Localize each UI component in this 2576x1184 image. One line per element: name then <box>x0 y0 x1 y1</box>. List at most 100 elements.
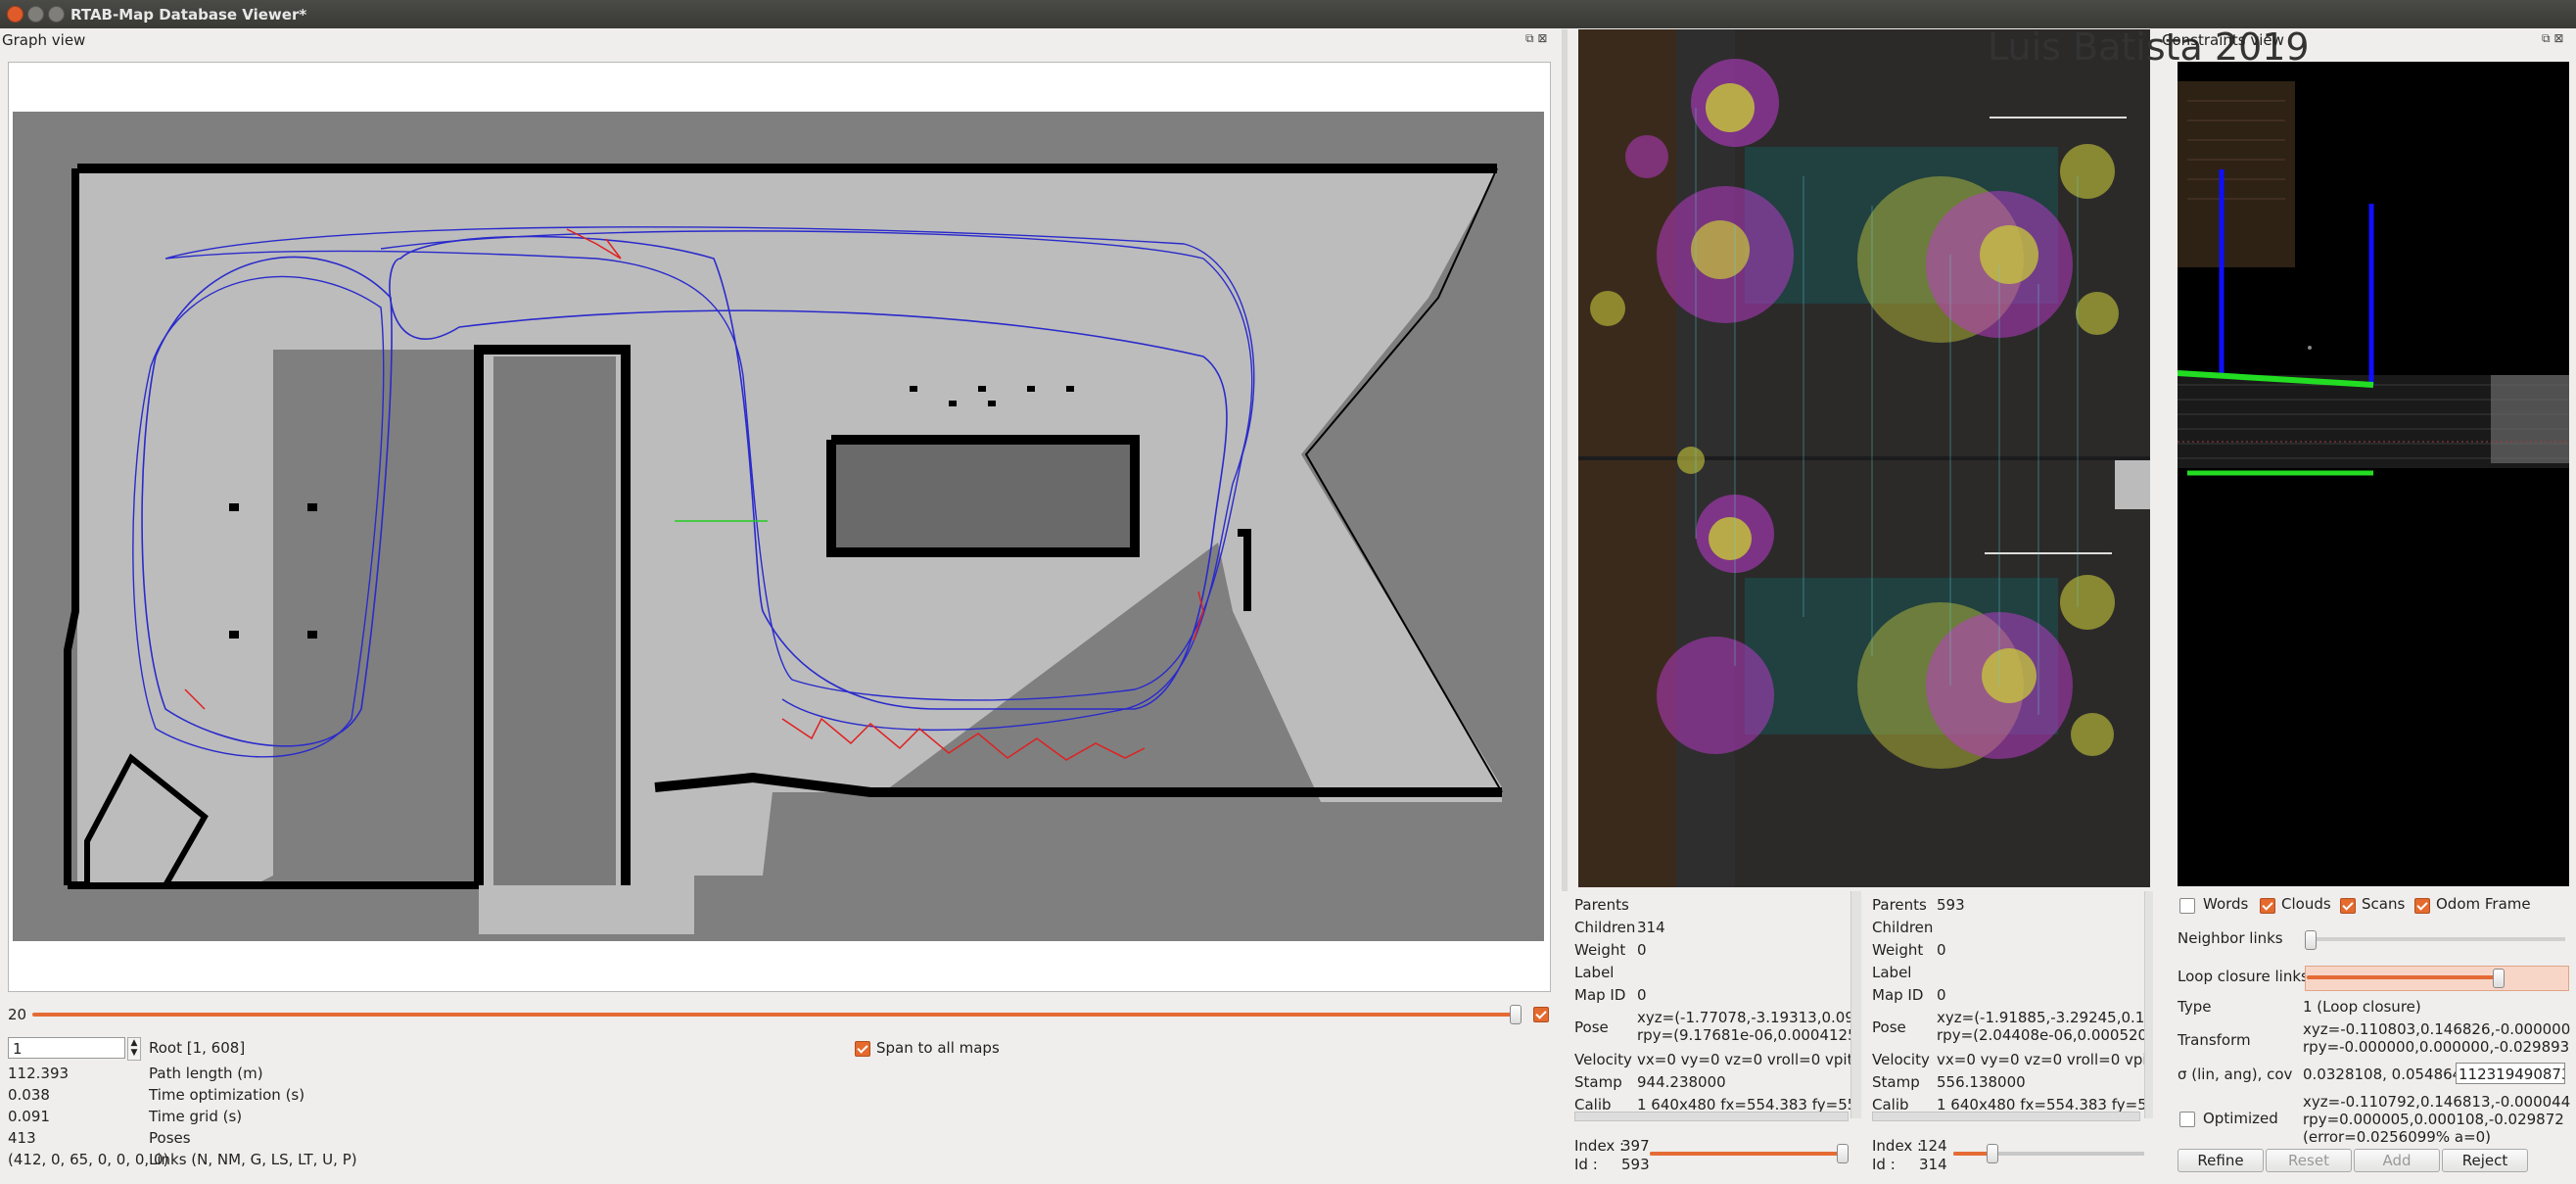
stamp-label: Stamp <box>1872 1073 1920 1091</box>
velocity-label: Velocity <box>1574 1051 1632 1068</box>
node-info-left: Parents Children 314 Weight 0 Label Map … <box>1567 891 1860 1118</box>
right-info-scrollbar[interactable] <box>2144 891 2153 1118</box>
add-button[interactable]: Add <box>2354 1149 2440 1172</box>
graph-stats: 112.393 Path length (m) 0.038 Time optimiz… <box>8 1065 357 1172</box>
stat-label: Poses <box>149 1129 191 1147</box>
pose-label: Pose <box>1574 1018 1609 1036</box>
clouds-checkbox[interactable] <box>2260 897 2275 914</box>
optimized-checkbox[interactable] <box>2179 1111 2195 1127</box>
left-info-hscroll[interactable] <box>1574 1112 1849 1121</box>
weight-label: Weight <box>1872 941 1924 959</box>
graph-slider-track[interactable] <box>32 1013 1521 1017</box>
optimized-error: (error=0.0256099% a=0) <box>2303 1128 2492 1146</box>
close-dock-icon[interactable]: ⊠ <box>1537 31 1547 45</box>
float-icon[interactable]: ⧉ <box>2542 31 2551 45</box>
graph-canvas[interactable] <box>8 62 1551 992</box>
odom-frame-checkbox[interactable] <box>2414 897 2430 914</box>
left-id-label: Id : <box>1574 1156 1598 1173</box>
parents-label: Parents <box>1872 896 1927 914</box>
sigma-value: 0.0328108, 0.0548645 <box>2303 1066 2471 1083</box>
right-index-label: Index : <box>1872 1137 1923 1155</box>
close-dock-icon[interactable]: ⊠ <box>2553 31 2563 45</box>
stamp-value: 944.238000 <box>1637 1073 1726 1091</box>
neighbor-links-handle[interactable] <box>2305 930 2317 950</box>
words-checkbox[interactable] <box>2179 897 2195 914</box>
reset-button[interactable]: Reset <box>2266 1149 2352 1172</box>
stat-value: 0.091 <box>8 1108 50 1125</box>
node-info-right: Parents 593 Children Weight 0 Label Map … <box>1866 891 2150 1118</box>
scans-label: Scans <box>2362 895 2406 913</box>
stat-label: Path length (m) <box>149 1065 263 1082</box>
stamp-value: 556.138000 <box>1937 1073 2026 1091</box>
left-index-slider[interactable] <box>1650 1152 1846 1156</box>
left-index-label: Index : <box>1574 1137 1625 1155</box>
clouds-label: Clouds <box>2281 895 2331 913</box>
neighbor-links-slider[interactable] <box>2305 937 2565 941</box>
stat-label: Links (N, NM, G, LS, LT, U, P) <box>149 1151 357 1168</box>
left-index-handle[interactable] <box>1837 1144 1849 1163</box>
stat-value: 413 <box>8 1129 36 1147</box>
right-info-hscroll[interactable] <box>1872 1112 2140 1121</box>
type-label: Type <box>2178 998 2212 1016</box>
right-index-slider[interactable] <box>1953 1152 2144 1156</box>
children-label: Children <box>1574 919 1636 936</box>
constraints-dock-buttons: ⧉ ⊠ <box>2542 31 2563 46</box>
image-views[interactable] <box>1578 29 2150 887</box>
odom-frame-label: Odom Frame <box>2436 895 2531 913</box>
label-label: Label <box>1872 964 1912 981</box>
minimize-window-button[interactable] <box>27 6 44 23</box>
optimized-rpy: rpy=0.000005,0.000108,-0.029872 <box>2303 1111 2564 1128</box>
right-index-handle[interactable] <box>1987 1144 1998 1163</box>
stamp-label: Stamp <box>1574 1073 1622 1091</box>
root-id-input[interactable]: 1 <box>8 1037 125 1059</box>
transform-xyz: xyz=-0.110803,0.146826,-0.000000 <box>2303 1020 2571 1038</box>
span-all-maps-checkbox[interactable] <box>855 1040 870 1057</box>
graph-dock-buttons: ⧉ ⊠ <box>1525 31 1547 46</box>
graph-slider-handle[interactable] <box>1510 1005 1522 1024</box>
weight-value: 0 <box>1937 941 1946 959</box>
neighbor-links-label: Neighbor links <box>2178 929 2283 947</box>
pose-rpy: rpy=(2.04408e-06,0.000520346, <box>1937 1026 2144 1044</box>
weight-value: 0 <box>1637 941 1647 959</box>
close-window-button[interactable] <box>7 6 23 23</box>
refine-button[interactable]: Refine <box>2178 1149 2264 1172</box>
mapid-value: 0 <box>1937 986 1946 1004</box>
velocity-value: vx=0 vy=0 vz=0 vroll=0 vpitch=0 <box>1937 1051 2144 1068</box>
right-id-value: 314 <box>1919 1156 1947 1173</box>
optimized-xyz: xyz=-0.110792,0.146813,-0.000044 <box>2303 1093 2571 1111</box>
stat-label: Time grid (s) <box>149 1108 243 1125</box>
feature-images <box>1578 29 2150 887</box>
root-label: Root [1, 608] <box>149 1039 246 1057</box>
right-index-value: 124 <box>1919 1137 1947 1155</box>
left-info-scrollbar[interactable] <box>1850 891 1861 1118</box>
loop-closure-links-handle[interactable] <box>2493 969 2505 988</box>
pose-label: Pose <box>1872 1018 1906 1036</box>
graph-view-title: Graph view <box>2 31 86 49</box>
loop-closure-links-slider[interactable] <box>2307 975 2499 979</box>
splitter[interactable] <box>1562 29 1568 891</box>
sigma-label: σ (lin, ang), cov <box>2178 1066 2293 1083</box>
type-value: 1 (Loop closure) <box>2303 998 2421 1016</box>
graph-slider-checkbox[interactable] <box>1533 1006 1549 1022</box>
children-value: 314 <box>1637 919 1665 936</box>
weight-label: Weight <box>1574 941 1626 959</box>
reject-button[interactable]: Reject <box>2442 1149 2528 1172</box>
stat-label: Time optimization (s) <box>149 1086 305 1104</box>
stat-value: 0.038 <box>8 1086 50 1104</box>
velocity-value: vx=0 vy=0 vz=0 vroll=0 vpitch=0 <box>1637 1051 1854 1068</box>
mapid-label: Map ID <box>1872 986 1924 1004</box>
pose-xyz: xyz=(-1.91885,-3.29245,0.10000 <box>1937 1009 2144 1026</box>
scans-checkbox[interactable] <box>2340 897 2356 914</box>
stat-value: 112.393 <box>8 1065 70 1082</box>
mapid-label: Map ID <box>1574 986 1626 1004</box>
stat-value: (412, 0, 65, 0, 0, 0, 0) <box>8 1151 169 1168</box>
transform-rpy: rpy=-0.000000,0.000000,-0.029893 <box>2303 1038 2570 1056</box>
float-icon[interactable]: ⧉ <box>1525 31 1534 45</box>
velocity-label: Velocity <box>1872 1051 1930 1068</box>
pose-xyz: xyz=(-1.77078,-3.19313,0.099998 <box>1637 1009 1854 1026</box>
root-spinbox-arrows[interactable]: ▲ ▼ <box>127 1037 141 1061</box>
constraints-3d-view[interactable] <box>2178 62 2569 886</box>
mapid-value: 0 <box>1637 986 1647 1004</box>
maximize-window-button[interactable] <box>48 6 65 23</box>
covariance-field[interactable]: 112319490873] <box>2456 1063 2565 1084</box>
